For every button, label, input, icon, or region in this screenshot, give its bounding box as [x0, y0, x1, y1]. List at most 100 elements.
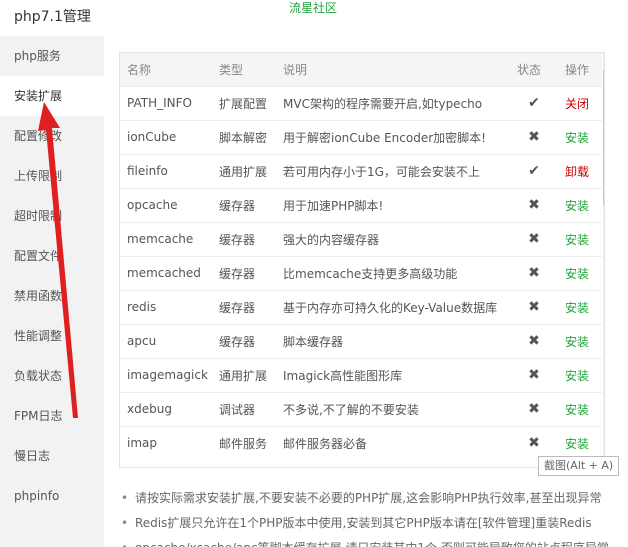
ext-name: redis [127, 300, 157, 314]
table-row: imagemagick 通用扩展 Imagick高性能图形库 ✖ 安装 [120, 358, 602, 392]
ext-name: apcu [127, 334, 157, 348]
ext-name: memcache [127, 232, 194, 246]
extensions-table-wrapper: 名称 类型 说明 状态 操作 PATH_INFO 扩展配置 MVC架构的程序需要开启… [119, 52, 605, 468]
cross-icon: ✖ [528, 197, 540, 213]
ext-name: xdebug [127, 402, 172, 416]
ext-type: 调试器 [219, 402, 256, 417]
cross-icon: ✖ [528, 435, 540, 452]
action-link[interactable]: 安装 [565, 267, 589, 281]
ext-desc: 用于加速PHP脚本! [283, 198, 384, 213]
action-cell: 安装 [558, 392, 602, 426]
sidebar-item-6[interactable]: 禁用函数 [0, 276, 104, 316]
ext-desc: 邮件服务器必备 [283, 436, 368, 451]
ext-type: 通用扩展 [219, 368, 268, 383]
table-scrollbar[interactable] [603, 53, 604, 467]
table-row: xdebug 调试器 不多说,不了解的不要安装 ✖ 安装 [120, 392, 602, 426]
ext-desc: 不多说,不了解的不要安装 [283, 402, 419, 417]
check-icon: ✔ [528, 95, 540, 111]
table-row: PATH_INFO 扩展配置 MVC架构的程序需要开启,如typecho ✔ 关闭 [120, 86, 602, 120]
action-cell: 安装 [558, 256, 602, 290]
ext-desc: 基于内存亦可持久化的Key-Value数据库 [283, 300, 498, 315]
col-header-status: 状态 [517, 62, 542, 77]
sidebar-item-7[interactable]: 性能调整 [0, 316, 104, 356]
sidebar: php服务 安装扩展 配置修改 上传限制 超时限制 配置文件 禁用函数 性能调整 负载状态 FPM… [0, 36, 104, 547]
window-title: php7.1管理 [14, 9, 91, 25]
col-header-action: 操作 [565, 62, 590, 77]
col-header-type: 类型 [219, 62, 244, 77]
action-link[interactable]: 安装 [565, 233, 589, 247]
ext-desc: 比memcache支持更多高级功能 [283, 266, 458, 281]
col-header-desc: 说明 [283, 62, 308, 77]
col-header-name: 名称 [127, 62, 152, 77]
ext-desc: 脚本缓存器 [283, 334, 344, 349]
action-link[interactable]: 关闭 [565, 97, 589, 111]
action-cell: 安装 [558, 426, 602, 460]
table-row: imap 邮件服务 邮件服务器必备 ✖ 安装 [120, 426, 602, 460]
sidebar-item-4[interactable]: 超时限制 [0, 196, 104, 236]
cross-icon: ✖ [528, 231, 540, 247]
cross-icon: ✖ [528, 401, 540, 417]
ext-name: opcache [127, 198, 178, 212]
action-link[interactable]: 安装 [565, 335, 589, 349]
action-cell: 安装 [558, 358, 602, 392]
ext-type: 邮件服务 [219, 436, 268, 451]
sidebar-item-10[interactable]: 慢日志 [0, 436, 104, 476]
table-row: memcached 缓存器 比memcache支持更多高级功能 ✖ 安装 [120, 256, 602, 290]
ext-desc: MVC架构的程序需要开启,如typecho [283, 96, 483, 111]
tip-item: Redis扩展只允许在1个PHP版本中使用,安装到其它PHP版本请在[软件管理]… [119, 513, 619, 538]
tip-item: 请按实际需求安装扩展,不要安装不必要的PHP扩展,这会影响PHP执行效率,甚至出… [119, 488, 619, 513]
ext-type: 缓存器 [219, 334, 256, 349]
sidebar-item-5[interactable]: 配置文件 [0, 236, 104, 276]
ext-desc: Imagick高性能图形库 [283, 368, 403, 383]
action-link[interactable]: 安装 [565, 369, 589, 383]
ext-desc: 用于解密ionCube Encoder加密脚本! [283, 130, 486, 145]
cross-icon: ✖ [528, 129, 540, 145]
sidebar-item-11[interactable]: phpinfo [0, 476, 104, 516]
ext-name: imap [127, 436, 157, 451]
extensions-table: 名称 类型 说明 状态 操作 PATH_INFO 扩展配置 MVC架构的程序需要开启… [120, 53, 602, 460]
action-cell: 安装 [558, 222, 602, 256]
table-row: redis 缓存器 基于内存亦可持久化的Key-Value数据库 ✖ 安装 [120, 290, 602, 324]
ext-desc: 若可用内存小于1G，可能会安装不上 [283, 164, 480, 179]
sidebar-item-2[interactable]: 配置修改 [0, 116, 104, 156]
action-link[interactable]: 安装 [565, 437, 589, 451]
action-link[interactable]: 安装 [565, 199, 589, 213]
tips-list: 请按实际需求安装扩展,不要安装不必要的PHP扩展,这会影响PHP执行效率,甚至出… [119, 488, 619, 547]
ext-type: 缓存器 [219, 300, 256, 315]
table-row: ionCube 脚本解密 用于解密ionCube Encoder加密脚本! ✖ 安装 [120, 120, 602, 154]
action-cell: 关闭 [558, 86, 602, 120]
sidebar-item-3[interactable]: 上传限制 [0, 156, 104, 196]
cross-icon: ✖ [528, 265, 540, 281]
action-cell: 安装 [558, 120, 602, 154]
ext-name: PATH_INFO [127, 96, 192, 110]
table-row: memcache 缓存器 强大的内容缓存器 ✖ 安装 [120, 222, 602, 256]
action-link[interactable]: 安装 [565, 403, 589, 417]
tip-item: opcache/xcache/apc等脚本缓存扩展,请只安装其中1个,否则可能导… [119, 538, 619, 547]
ext-type: 脚本解密 [219, 130, 268, 145]
ext-desc: 强大的内容缓存器 [283, 232, 380, 247]
ext-name: memcached [127, 266, 201, 280]
ext-name: fileinfo [127, 164, 168, 178]
sidebar-item-8[interactable]: 负载状态 [0, 356, 104, 396]
action-link[interactable]: 安装 [565, 131, 589, 145]
ext-type: 通用扩展 [219, 164, 268, 179]
table-row: opcache 缓存器 用于加速PHP脚本! ✖ 安装 [120, 188, 602, 222]
action-cell: 安装 [558, 324, 602, 358]
ext-type: 缓存器 [219, 266, 256, 281]
sidebar-item-0[interactable]: php服务 [0, 36, 104, 76]
cross-icon: ✖ [528, 367, 540, 383]
screenshot-tooltip: 截图(Alt + A) [538, 456, 620, 476]
sidebar-item-1[interactable]: 安装扩展 [0, 76, 104, 116]
action-link[interactable]: 卸载 [565, 165, 589, 179]
brand-link[interactable]: 流星社区 [289, 0, 337, 16]
cross-icon: ✖ [528, 299, 540, 315]
sidebar-item-9[interactable]: FPM日志 [0, 396, 104, 436]
table-row: fileinfo 通用扩展 若可用内存小于1G，可能会安装不上 ✔ 卸载 [120, 154, 602, 188]
title-bar: php7.1管理 流星社区 [0, 0, 628, 34]
ext-name: imagemagick [127, 368, 208, 382]
action-cell: 安装 [558, 188, 602, 222]
ext-type: 缓存器 [219, 232, 256, 247]
action-link[interactable]: 安装 [565, 301, 589, 315]
table-header-row: 名称 类型 说明 状态 操作 [120, 53, 602, 86]
scrollbar-thumb[interactable] [603, 69, 604, 206]
